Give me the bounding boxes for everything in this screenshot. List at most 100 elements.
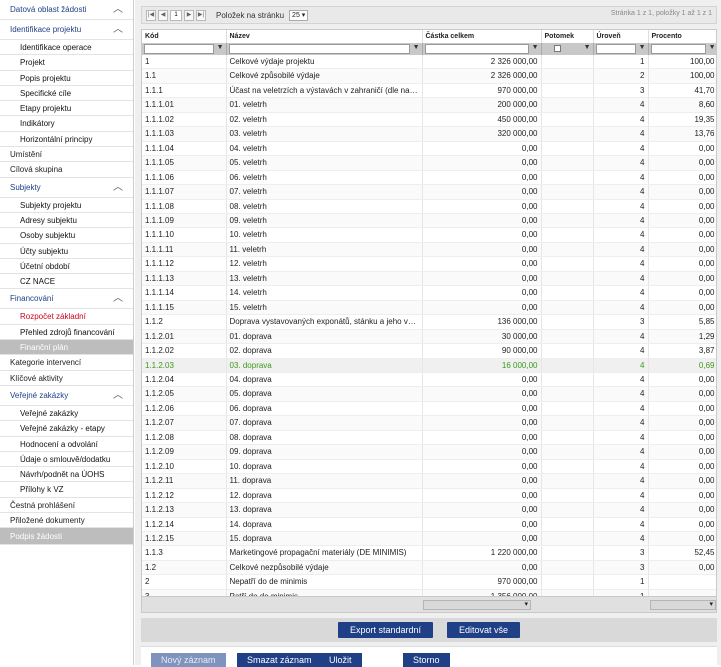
table-row[interactable]: 1.1.2.10 10. doprava 0,00 4 0,00 bbox=[142, 459, 716, 475]
table-row[interactable]: 1.1.1.13 13. veletrh 0,00 4 0,00 bbox=[142, 271, 716, 287]
chevron-up-icon[interactable]: ︿ bbox=[113, 20, 123, 39]
sidebar-item[interactable]: Indikátory bbox=[0, 116, 133, 132]
sidebar-item[interactable]: Veřejné zakázky ︿ bbox=[0, 386, 133, 406]
sidebar-item[interactable]: Kategorie intervencí bbox=[0, 355, 133, 371]
table-row[interactable]: 1.1.2.08 08. doprava 0,00 4 0,00 bbox=[142, 430, 716, 446]
sidebar-item[interactable]: Účty subjektu bbox=[0, 244, 133, 259]
table-row[interactable]: 1 Celkové výdaje projektu 2 326 000,00 1 100… bbox=[142, 55, 716, 70]
table-row[interactable]: 1.1.1.08 08. veletrh 0,00 4 0,00 bbox=[142, 199, 716, 215]
sidebar-item[interactable]: Podpis žádosti bbox=[0, 528, 133, 546]
table-row[interactable]: 1.1.1.07 07. veletrh 0,00 4 0,00 bbox=[142, 184, 716, 200]
table-row[interactable]: 1.1.1.11 11. veletrh 0,00 4 0,00 bbox=[142, 242, 716, 258]
table-row[interactable]: 1.1.1.14 14. veletrh 0,00 4 0,00 bbox=[142, 285, 716, 301]
chevron-up-icon[interactable]: ︿ bbox=[113, 0, 123, 19]
col-header-potomek[interactable]: Potomek bbox=[541, 30, 594, 43]
col-header-uroven[interactable]: Úroveň bbox=[593, 30, 649, 43]
filter-kod-input[interactable] bbox=[144, 44, 214, 54]
sidebar-item[interactable]: Projekt bbox=[0, 55, 133, 71]
table-row[interactable]: 1.1.2.14 14. doprava 0,00 4 0,00 bbox=[142, 517, 716, 532]
sidebar-item[interactable]: Subjekty projektu bbox=[0, 198, 133, 213]
col-header-nazev[interactable]: Název bbox=[226, 30, 423, 43]
sidebar-item[interactable]: Čestná prohlášení bbox=[0, 498, 133, 514]
col-header-kod[interactable]: Kód bbox=[142, 30, 227, 43]
chevron-up-icon[interactable]: ︿ bbox=[113, 178, 123, 197]
sidebar-item[interactable]: Přiložené dokumenty bbox=[0, 513, 133, 529]
filter-nazev-input[interactable] bbox=[228, 44, 410, 54]
table-row[interactable]: 1.1.2 Doprava vystavovaných exponátů, stá… bbox=[142, 314, 716, 330]
table-row[interactable]: 1.1.1.03 03. veletrh 320 000,00 4 13,76 bbox=[142, 126, 716, 142]
table-row[interactable]: 1.1 Celkové způsobilé výdaje 2 326 000,00 2… bbox=[142, 68, 716, 84]
col-header-castka[interactable]: Částka celkem bbox=[422, 30, 542, 43]
next-page-button[interactable]: ▶ bbox=[184, 9, 194, 21]
table-row[interactable]: 2 Nepatří do de minimis 970 000,00 1 bbox=[142, 574, 716, 590]
sidebar-item[interactable]: Rozpočet základní bbox=[0, 309, 133, 325]
sidebar-item[interactable]: Osoby subjektu bbox=[0, 228, 133, 244]
sidebar-item[interactable]: Identifikace operace bbox=[0, 40, 133, 56]
table-row[interactable]: 1.1.1.12 12. veletrh 0,00 4 0,00 bbox=[142, 256, 716, 272]
filter-uroven-input[interactable] bbox=[595, 44, 636, 54]
last-page-button[interactable]: ▶| bbox=[196, 9, 206, 21]
table-row[interactable]: 1.1.2.11 11. doprava 0,00 4 0,00 bbox=[142, 473, 716, 489]
sidebar-item[interactable]: Financování ︿ bbox=[0, 289, 133, 310]
sidebar-item[interactable]: Finanční plán bbox=[0, 340, 133, 356]
sidebar-item[interactable]: Přehled zdrojů financování bbox=[0, 325, 133, 341]
table-row[interactable]: 1.1.2.15 15. doprava 0,00 4 0,00 bbox=[142, 531, 716, 547]
sidebar-item[interactable]: Návrh/podnět na ÚOHS bbox=[0, 467, 133, 483]
sidebar-item[interactable]: Specifické cíle bbox=[0, 86, 133, 102]
table-row[interactable]: 1.1.2.02 02. doprava 90 000,00 4 3,87 bbox=[142, 343, 716, 359]
sidebar-item[interactable]: Subjekty ︿ bbox=[0, 178, 133, 198]
table-row[interactable]: 1.1.2.01 01. doprava 30 000,00 4 1,29 bbox=[142, 329, 716, 345]
table-row[interactable]: 1.1.1.05 05. veletrh 0,00 4 0,00 bbox=[142, 155, 716, 171]
table-row[interactable]: 1.1.1.10 10. veletrh 0,00 4 0,00 bbox=[142, 227, 716, 243]
table-row[interactable]: 1.1.2.05 05. doprava 0,00 4 0,00 bbox=[142, 386, 716, 402]
sidebar-item[interactable]: Hodnocení a odvolání bbox=[0, 437, 133, 452]
table-row[interactable]: 1.1.1.01 01. veletrh 200 000,00 4 8,60 bbox=[142, 97, 716, 113]
col-header-procento[interactable]: Procento bbox=[648, 30, 716, 43]
sidebar-item[interactable]: Klíčové aktivity bbox=[0, 371, 133, 386]
table-row[interactable]: 1.1.3 Marketingové propagační materiály (… bbox=[142, 545, 716, 561]
table-row[interactable]: 1.1.1 Účast na veletrzích a výstavách v z… bbox=[142, 83, 716, 99]
filter-icon[interactable]: ▼ bbox=[413, 44, 420, 51]
sidebar-item[interactable]: Identifikace projektu ︿ bbox=[0, 20, 133, 40]
filter-procento-input[interactable] bbox=[650, 44, 706, 54]
summary-select-procento[interactable]: ▾ bbox=[650, 600, 716, 610]
filter-icon[interactable]: ▼ bbox=[584, 44, 591, 51]
sidebar-item[interactable]: Přílohy k VZ bbox=[0, 482, 133, 498]
sidebar-item[interactable]: Umístění bbox=[0, 147, 133, 163]
sidebar-item[interactable]: Cílová skupina bbox=[0, 162, 133, 178]
table-row[interactable]: 1.1.2.03 03. doprava 16 000,00 4 0,69 bbox=[142, 358, 716, 373]
sidebar-item[interactable]: Veřejné zakázky - etapy bbox=[0, 421, 133, 437]
table-row[interactable]: 1.1.1.09 09. veletrh 0,00 4 0,00 bbox=[142, 213, 716, 229]
table-row[interactable]: 1.1.2.13 13. doprava 0,00 4 0,00 bbox=[142, 502, 716, 518]
sidebar-item[interactable]: Datová oblast žádosti ︿ bbox=[0, 0, 133, 20]
table-row[interactable]: 1.1.1.15 15. veletrh 0,00 4 0,00 bbox=[142, 300, 716, 316]
chevron-up-icon[interactable]: ︿ bbox=[113, 289, 123, 308]
table-row[interactable]: 1.1.1.04 04. veletrh 0,00 4 0,00 bbox=[142, 141, 716, 157]
sidebar-item[interactable]: Údaje o smlouvě/dodatku bbox=[0, 452, 133, 468]
table-row[interactable]: 1.1.2.04 04. doprava 0,00 4 0,00 bbox=[142, 372, 716, 388]
sidebar-item[interactable]: Účetní období bbox=[0, 259, 133, 275]
table-row[interactable]: 1.1.1.06 06. veletrh 0,00 4 0,00 bbox=[142, 170, 716, 186]
table-row[interactable]: 1.1.2.12 12. doprava 0,00 4 0,00 bbox=[142, 488, 716, 504]
table-row[interactable]: 1.2 Celkové nezpůsobilé výdaje 0,00 3 0,00 bbox=[142, 560, 716, 576]
filter-icon[interactable]: ▼ bbox=[639, 44, 646, 51]
table-row[interactable]: 1.1.2.07 07. doprava 0,00 4 0,00 bbox=[142, 415, 716, 431]
sidebar-item[interactable]: Horizontální principy bbox=[0, 132, 133, 148]
summary-select-castka[interactable]: ▾ bbox=[423, 600, 531, 610]
sidebar-item[interactable]: Popis projektu bbox=[0, 71, 133, 86]
first-page-button[interactable]: |◀ bbox=[146, 9, 156, 21]
filter-potomek-checkbox[interactable] bbox=[553, 45, 561, 52]
edit-all-button[interactable]: Editovat vše bbox=[447, 622, 521, 638]
table-row[interactable]: 1.1.1.02 02. veletrh 450 000,00 4 19,35 bbox=[142, 112, 716, 128]
prev-page-button[interactable]: ◀ bbox=[158, 9, 168, 21]
table-row[interactable]: 1.1.2.06 06. doprava 0,00 4 0,00 bbox=[142, 401, 716, 417]
sidebar-item[interactable]: CZ NACE bbox=[0, 274, 133, 290]
filter-icon[interactable]: ▼ bbox=[217, 44, 224, 51]
page-size-select[interactable]: 25 ▾ bbox=[289, 9, 309, 21]
export-button[interactable]: Export standardní bbox=[337, 622, 433, 638]
current-page-number[interactable]: 1 bbox=[170, 9, 182, 21]
sidebar-item[interactable]: Veřejné zakázky bbox=[0, 406, 133, 422]
filter-icon[interactable]: ▼ bbox=[709, 44, 716, 51]
filter-castka-input[interactable] bbox=[424, 44, 529, 54]
table-row[interactable]: 1.1.2.09 09. doprava 0,00 4 0,00 bbox=[142, 444, 716, 460]
